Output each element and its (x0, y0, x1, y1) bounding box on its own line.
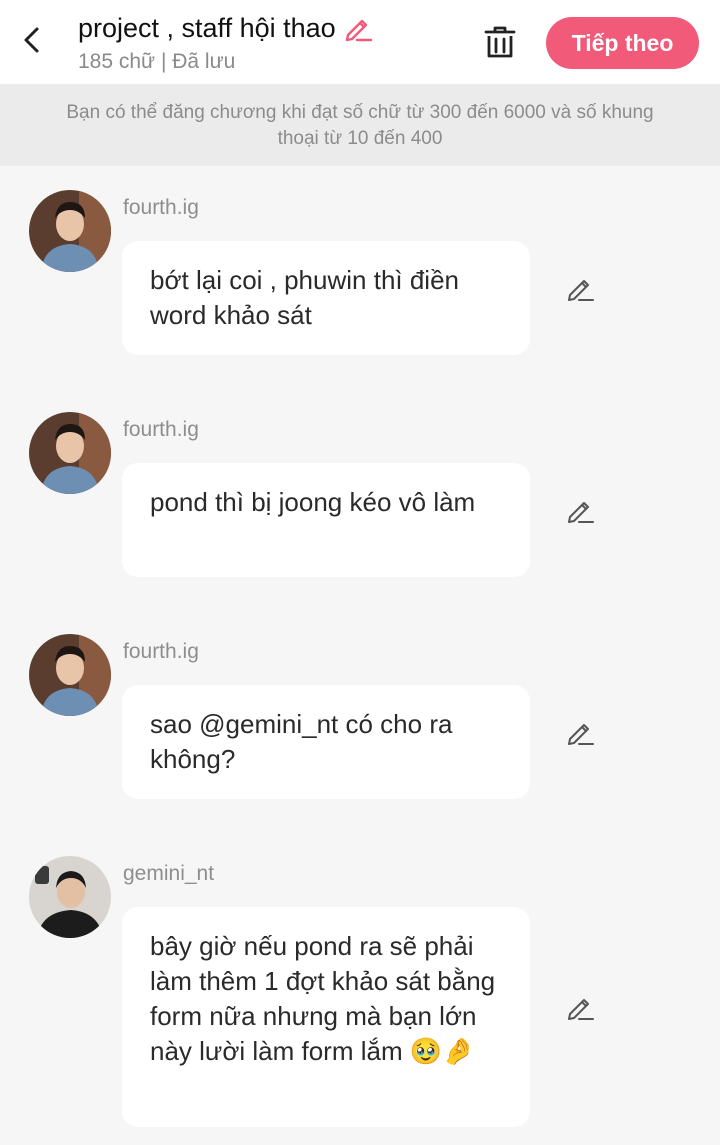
message-bubble[interactable]: bây giờ nếu pond ra sẽ phải làm thêm 1 đ… (122, 907, 530, 1127)
avatar[interactable] (29, 412, 111, 494)
pencil-icon (345, 19, 372, 42)
word-count-status: 185 chữ | Đã lưu (78, 50, 236, 73)
edit-message-button[interactable] (564, 991, 596, 1023)
edit-message-button[interactable] (564, 716, 596, 748)
edit-message-button[interactable] (564, 272, 596, 304)
story-title: project , staff hội thao (78, 13, 336, 43)
back-arrow-icon (24, 27, 39, 53)
avatar[interactable] (29, 856, 111, 938)
username: fourth.ig (123, 418, 199, 441)
pencil-icon (568, 724, 594, 745)
username: fourth.ig (123, 640, 199, 663)
back-button[interactable] (14, 22, 50, 58)
edit-message-button[interactable] (564, 494, 596, 526)
publish-requirement-notice: Bạn có thể đăng chương khi đạt số chữ từ… (0, 84, 720, 166)
delete-button[interactable] (480, 22, 520, 62)
username: fourth.ig (123, 196, 199, 219)
title-edit-button[interactable] (342, 12, 374, 44)
pencil-icon (568, 502, 594, 523)
avatar[interactable] (29, 634, 111, 716)
next-button[interactable]: Tiếp theo (546, 17, 699, 69)
top-bar: project , staff hội thao 185 chữ | Đã lư… (0, 0, 720, 84)
title-block: project , staff hội thao 185 chữ | Đã lư… (78, 10, 374, 74)
trash-icon (484, 26, 516, 58)
pencil-icon (568, 280, 594, 301)
pencil-icon (568, 999, 594, 1020)
message-bubble[interactable]: sao @gemini_nt có cho ra không? (122, 685, 530, 799)
username: gemini_nt (123, 862, 215, 885)
message-bubble[interactable]: bớt lại coi , phuwin thì điền word khảo … (122, 241, 530, 355)
avatar[interactable] (29, 190, 111, 272)
message-bubble[interactable]: pond thì bị joong kéo vô làm (122, 463, 530, 577)
